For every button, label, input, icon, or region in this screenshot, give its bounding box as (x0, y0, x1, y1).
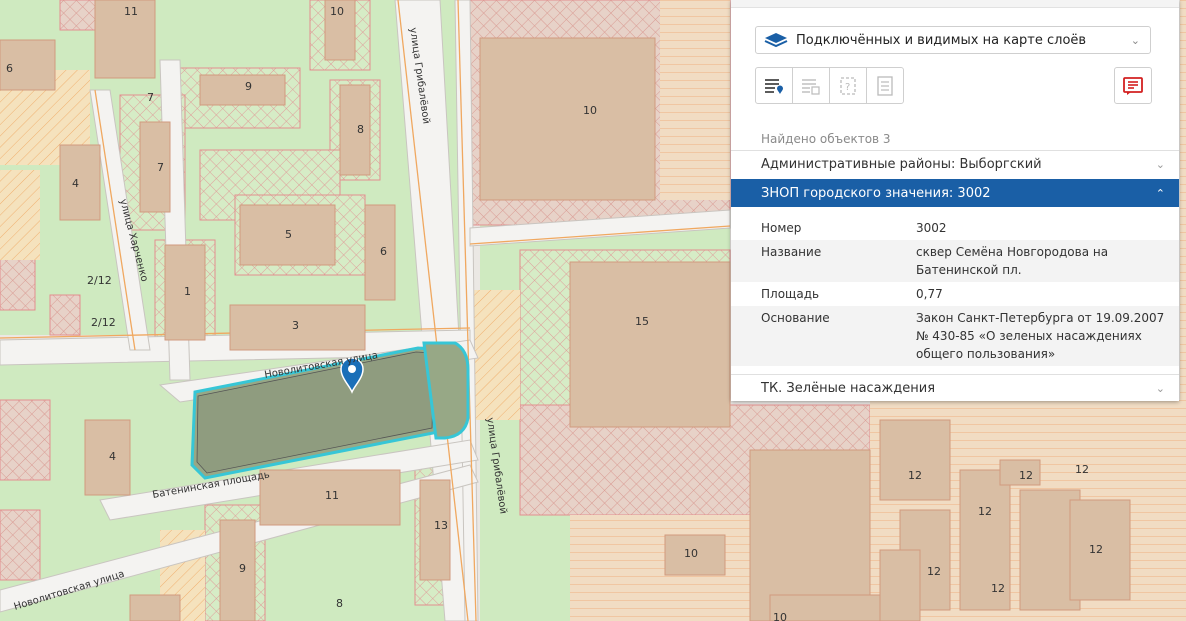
house-number: 6 (6, 62, 13, 75)
chevron-up-icon: ⌃ (1155, 186, 1165, 200)
attribute-value: Закон Санкт-Петербурга от 19.09.2007 № 4… (916, 311, 1165, 361)
house-number: 4 (109, 450, 116, 463)
house-number: 10 (330, 5, 344, 18)
attribute-value: сквер Семёна Новгородова на Батенинской … (916, 245, 1109, 277)
house-number: 7 (157, 161, 164, 174)
house-number: 8 (357, 123, 364, 136)
list-view-button[interactable] (755, 67, 793, 104)
house-number: 6 (380, 245, 387, 258)
house-number: 1 (184, 285, 191, 298)
house-number: 10 (684, 547, 698, 560)
question-frame-icon: ? (840, 76, 856, 95)
house-number: 13 (434, 519, 448, 532)
view-toolbar: ? (755, 67, 904, 104)
section-title: ТК. Зелёные насаждения (761, 381, 936, 396)
attribute-key: Площадь (761, 287, 820, 301)
attribute-table: Номер 3002 Название сквер Семёна Новгоро… (731, 216, 1179, 366)
house-number: 12 (1019, 469, 1033, 482)
attribute-row: Номер 3002 (731, 216, 1179, 240)
attribute-value: 3002 (916, 221, 947, 235)
document-button[interactable] (866, 67, 904, 104)
attribute-row: Название сквер Семёна Новгородова на Бат… (731, 240, 1179, 282)
attribute-key: Основание (761, 311, 830, 325)
house-number: 3 (292, 319, 299, 332)
report-icon (1123, 76, 1143, 95)
attribute-key: Номер (761, 221, 802, 235)
attribute-row: Основание Закон Санкт-Петербурга от 19.0… (731, 306, 1179, 366)
section-green-plantings[interactable]: ТК. Зелёные насаждения ⌄ (731, 374, 1179, 402)
house-number: 12 (927, 565, 941, 578)
house-number: 12 (1089, 543, 1103, 556)
layers-icon (764, 33, 788, 48)
house-number: 9 (239, 562, 246, 575)
layer-filter-select[interactable]: Подключённых и видимых на карте слоёв ⌄ (755, 26, 1151, 54)
section-znop[interactable]: ЗНОП городского значения: 3002 ⌃ (731, 179, 1179, 207)
attribute-key: Название (761, 245, 822, 259)
house-number: 11 (124, 5, 138, 18)
house-number: 11 (325, 489, 339, 502)
unknown-object-button[interactable]: ? (829, 67, 867, 104)
chevron-down-icon: ⌄ (1155, 158, 1165, 171)
info-panel: Подключённых и видимых на карте слоёв ⌄ … (731, 0, 1179, 401)
house-number: 10 (583, 104, 597, 117)
house-number: 15 (635, 315, 649, 328)
list-pin-icon (765, 78, 783, 94)
section-title: Административные районы: Выборгский (761, 157, 1042, 172)
section-title: ЗНОП городского значения: 3002 (761, 185, 991, 201)
house-number: 4 (72, 177, 79, 190)
section-admin-districts[interactable]: Административные районы: Выборгский ⌄ (731, 150, 1179, 178)
house-number: 5 (285, 228, 292, 241)
house-number: 12 (978, 505, 992, 518)
house-number: 12 (908, 469, 922, 482)
table-view-button[interactable] (792, 67, 830, 104)
house-number: 2/12 (87, 274, 112, 287)
house-number: 12 (1075, 463, 1089, 476)
house-number: 7 (147, 91, 154, 104)
chevron-down-icon: ⌄ (1130, 33, 1140, 47)
house-number: 8 (336, 597, 343, 610)
house-number: 9 (245, 80, 252, 93)
layer-filter-label: Подключённых и видимых на карте слоёв (796, 32, 1087, 48)
house-number: 10 (773, 611, 787, 621)
chevron-down-icon: ⌄ (1155, 382, 1165, 395)
house-number: 12 (991, 582, 1005, 595)
report-button[interactable] (1114, 67, 1152, 104)
panel-top-strip (731, 0, 1179, 8)
svg-text:?: ? (845, 82, 850, 93)
document-lines-icon (877, 75, 893, 96)
attribute-row: Площадь 0,77 (731, 282, 1179, 306)
found-count: Найдено объектов 3 (761, 132, 891, 146)
list-grid-icon (802, 78, 820, 95)
attribute-value: 0,77 (916, 287, 943, 301)
house-number: 2/12 (91, 316, 116, 329)
